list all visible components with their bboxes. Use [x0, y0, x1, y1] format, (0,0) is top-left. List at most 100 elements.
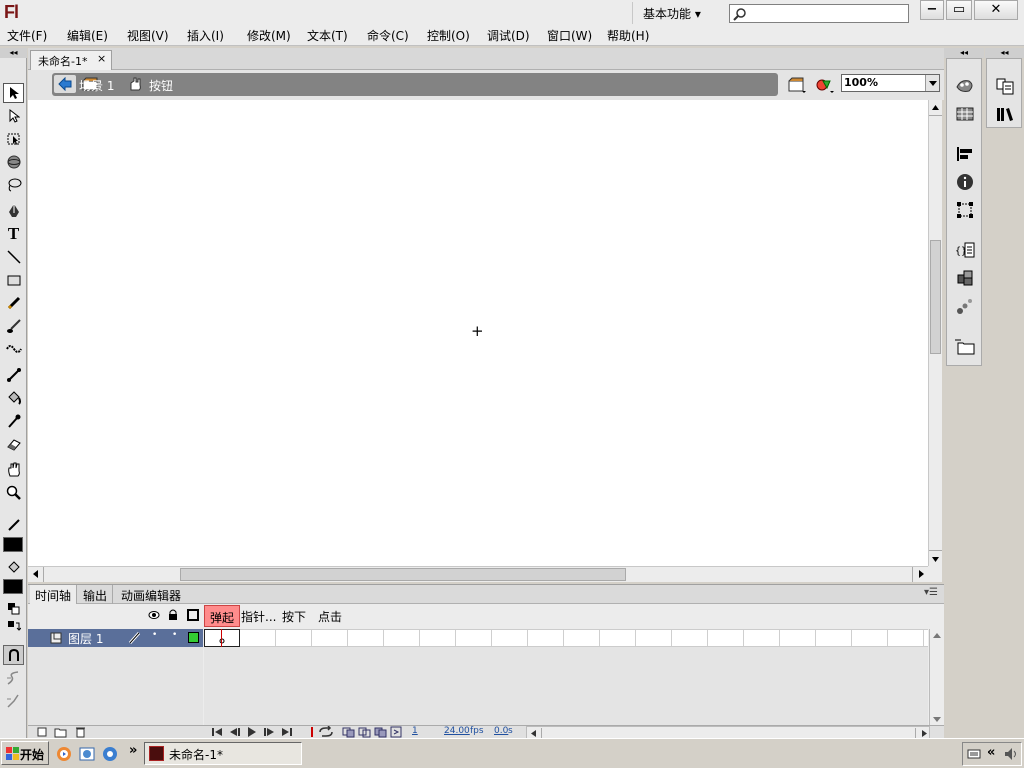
color-panel-icon[interactable]	[954, 76, 976, 96]
visibility-dot[interactable]: •	[152, 630, 157, 640]
menu-edit[interactable]: 编辑(E)	[67, 27, 108, 44]
symbol-breadcrumb[interactable]: 按钮	[149, 77, 173, 94]
browser-icon[interactable]	[78, 745, 96, 763]
show-hide-eye-icon[interactable]	[148, 609, 160, 623]
keyboard-icon[interactable]	[967, 748, 981, 763]
components-panel-icon[interactable]	[954, 268, 976, 288]
text-tool-icon[interactable]: T	[3, 224, 24, 244]
collapse-tools-icon[interactable]: ◂◂	[0, 48, 27, 58]
brush-tool-icon[interactable]	[3, 316, 24, 336]
stroke-color-swatch[interactable]	[3, 537, 23, 552]
scroll-up-icon[interactable]	[929, 100, 942, 116]
settings-icon[interactable]	[101, 745, 119, 763]
frame-track[interactable]	[204, 629, 928, 647]
free-transform-tool-icon[interactable]	[3, 129, 24, 149]
eyedropper-tool-icon[interactable]	[3, 411, 24, 431]
straighten-icon[interactable]	[3, 691, 24, 711]
help-search-input[interactable]	[729, 4, 909, 23]
frame-rate-value[interactable]: 24.00	[444, 726, 470, 736]
frame-label-down[interactable]: 按下	[282, 608, 306, 625]
quick-launch-chevron[interactable]: »	[129, 743, 137, 758]
zoom-tool-icon[interactable]	[3, 483, 24, 503]
project-panel-icon[interactable]	[954, 336, 976, 356]
frame-label-hit[interactable]: 点击	[318, 608, 342, 625]
expand-panels-icon[interactable]: ◂◂	[944, 48, 984, 58]
pen-tool-icon[interactable]	[3, 201, 24, 221]
swap-colors-icon[interactable]	[3, 617, 24, 637]
menu-text[interactable]: 文本(T)	[307, 27, 348, 44]
panel-menu-icon[interactable]: ▾☰	[924, 587, 938, 598]
line-tool-icon[interactable]	[3, 247, 24, 267]
back-arrow-icon[interactable]	[54, 75, 76, 93]
menu-view[interactable]: 视图(V)	[127, 27, 169, 44]
tab-timeline[interactable]: 时间轴	[30, 585, 78, 604]
menu-help[interactable]: 帮助(H)	[607, 27, 649, 44]
start-button[interactable]: 开始	[1, 741, 49, 765]
smooth-icon[interactable]	[3, 668, 24, 688]
tray-expand-icon[interactable]: «	[987, 745, 995, 760]
properties-panel-icon[interactable]	[994, 76, 1016, 96]
lock-dot[interactable]: •	[172, 630, 177, 640]
maximize-button[interactable]: ▭	[946, 0, 972, 20]
vertical-scrollbar[interactable]	[928, 100, 942, 566]
scene-breadcrumb[interactable]: 场景 1	[79, 77, 114, 94]
stroke-color-icon[interactable]	[3, 515, 24, 535]
workspace-switcher[interactable]: 基本功能 ▾	[632, 2, 716, 24]
transform-panel-icon[interactable]	[954, 200, 976, 220]
vertical-scroll-thumb[interactable]	[930, 240, 941, 354]
menu-window[interactable]: 窗口(W)	[547, 27, 592, 44]
menu-control[interactable]: 控制(O)	[427, 27, 470, 44]
eraser-tool-icon[interactable]	[3, 434, 24, 454]
bone-tool-icon[interactable]	[3, 365, 24, 385]
close-button[interactable]: ✕	[974, 0, 1018, 20]
deco-tool-icon[interactable]	[3, 339, 24, 359]
align-panel-icon[interactable]	[954, 144, 976, 164]
layer-row[interactable]: 图层 1 • •	[28, 629, 203, 647]
minimize-button[interactable]: −	[920, 0, 944, 20]
horizontal-scrollbar[interactable]	[28, 566, 928, 582]
lasso-tool-icon[interactable]	[3, 175, 24, 195]
menu-debug[interactable]: 调试(D)	[487, 27, 530, 44]
hand-tool-icon[interactable]	[3, 460, 24, 480]
fill-color-icon[interactable]	[3, 557, 24, 577]
edit-scene-icon[interactable]	[786, 74, 808, 96]
menu-modify[interactable]: 修改(M)	[247, 27, 291, 44]
outline-icon[interactable]	[187, 609, 199, 624]
keyframe[interactable]	[204, 629, 240, 647]
subselection-tool-icon[interactable]	[3, 106, 24, 126]
lock-icon[interactable]	[168, 608, 178, 623]
zoom-select[interactable]: 100%	[841, 74, 940, 92]
menu-insert[interactable]: 插入(I)	[187, 27, 224, 44]
timeline-vertical-scrollbar[interactable]	[929, 629, 943, 725]
volume-icon[interactable]	[1003, 747, 1019, 764]
black-white-icon[interactable]	[3, 599, 24, 619]
current-frame-value[interactable]: 1	[412, 726, 418, 736]
media-player-icon[interactable]	[55, 745, 73, 763]
frame-label-over[interactable]: 指针...	[241, 608, 276, 625]
menu-file[interactable]: 文件(F)	[7, 27, 47, 44]
motion-presets-icon[interactable]	[954, 296, 976, 316]
3d-rotation-tool-icon[interactable]	[3, 152, 24, 172]
menu-commands[interactable]: 命令(C)	[367, 27, 409, 44]
library-panel-icon[interactable]	[994, 104, 1016, 124]
document-tab[interactable]: 未命名-1* ×	[30, 50, 112, 70]
scroll-down-icon[interactable]	[929, 550, 942, 566]
tab-output[interactable]: 输出	[78, 585, 114, 604]
expand-panels-icon-2[interactable]: ◂◂	[985, 48, 1024, 58]
rectangle-tool-icon[interactable]	[3, 270, 24, 290]
scroll-right-icon[interactable]	[912, 567, 928, 582]
scroll-left-icon[interactable]	[28, 567, 44, 582]
horizontal-scroll-thumb[interactable]	[180, 568, 626, 581]
frame-label-up[interactable]: 弹起	[204, 605, 240, 627]
edit-symbols-icon[interactable]	[814, 74, 836, 96]
selection-tool-icon[interactable]	[3, 83, 24, 103]
fill-color-swatch[interactable]	[3, 579, 23, 594]
info-panel-icon[interactable]	[954, 172, 976, 192]
actions-panel-icon[interactable]: {}	[954, 240, 976, 260]
zoom-dropdown-icon[interactable]	[925, 75, 939, 91]
tab-motion-editor[interactable]: 动画编辑器	[116, 585, 186, 604]
close-tab-icon[interactable]: ×	[97, 52, 106, 65]
swatches-panel-icon[interactable]	[954, 104, 976, 124]
paint-bucket-tool-icon[interactable]	[3, 388, 24, 408]
layer-name[interactable]: 图层 1	[68, 630, 103, 647]
